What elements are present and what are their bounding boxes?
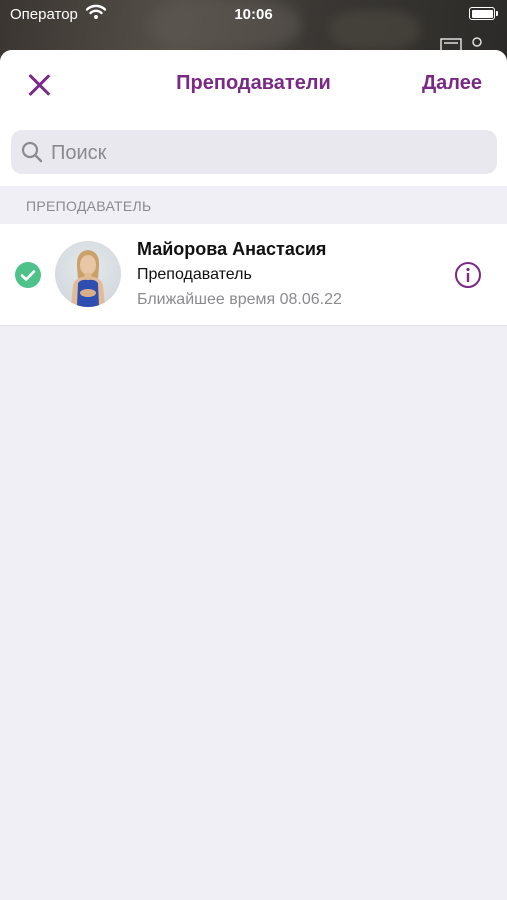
- section-header: ПРЕПОДАВАТЕЛЬ: [26, 198, 152, 214]
- status-bar: Оператор 10:06: [0, 0, 507, 28]
- battery-icon: [469, 7, 498, 20]
- search-input[interactable]: [49, 130, 493, 176]
- navigation-bar: Преподаватели Далее: [0, 50, 507, 118]
- search-icon: [21, 141, 43, 168]
- clock: 10:06: [234, 6, 273, 23]
- teachers-sheet: Преподаватели Далее ПРЕПОДАВАТЕЛЬ: [0, 50, 507, 900]
- next-button[interactable]: Далее: [422, 72, 482, 95]
- teacher-role: Преподаватель: [137, 266, 252, 283]
- info-icon[interactable]: [454, 261, 482, 289]
- teacher-name: Майорова Анастасия: [137, 239, 327, 259]
- avatar: [55, 241, 121, 307]
- checkmark-icon: [15, 262, 41, 288]
- search-field[interactable]: [11, 130, 497, 176]
- teacher-next-time: Ближайшее время 08.06.22: [137, 291, 342, 308]
- search-bar: [0, 118, 507, 186]
- teacher-row[interactable]: Майорова Анастасия Преподаватель Ближайш…: [0, 224, 507, 326]
